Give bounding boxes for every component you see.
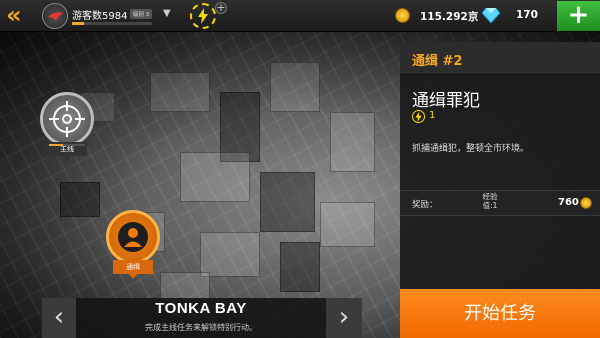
xp-reward: 经验值:1 <box>482 192 498 210</box>
gold-value: 115.292京 <box>420 11 479 23</box>
person-icon <box>118 222 148 252</box>
lightning-bolt-icon[interactable] <box>190 3 216 29</box>
start-mission-button[interactable]: 开始任务 <box>400 289 600 338</box>
marker-label: 通缉 <box>113 260 153 274</box>
reward-label: 奖励： <box>412 200 438 210</box>
add-currency-button[interactable]: + <box>557 1 600 31</box>
mission-panel <box>400 42 600 290</box>
chevron-down-icon[interactable]: ▼ <box>163 8 171 19</box>
avatar[interactable] <box>42 3 68 29</box>
gold-coin-icon <box>580 197 592 209</box>
mission-description: 抓捕通缉犯，整顿全市环境。 <box>412 144 530 154</box>
region-name: TONKA BAY <box>155 300 247 317</box>
gold-coin-icon <box>395 8 410 23</box>
mission-energy-cost: 1 <box>429 110 436 121</box>
marker-head <box>106 210 160 264</box>
diamond-icon <box>482 8 500 23</box>
main-mission-marker[interactable]: 主线 <box>40 92 94 161</box>
player-name[interactable]: 游客数5984 <box>72 7 127 22</box>
region-hint: 完成主线任务来解锁特别行动。 <box>145 323 257 332</box>
reward-gold-value: 760 <box>558 197 579 208</box>
energy-add-button[interactable]: + <box>215 2 227 14</box>
level-badge: 级别 3 <box>130 9 153 19</box>
region-next-button[interactable]: › <box>326 298 362 338</box>
level-progress-bar <box>72 22 152 25</box>
crosshair-icon <box>49 101 85 137</box>
marker-progress <box>49 144 85 146</box>
mission-panel-title: 通缉 #2 <box>412 54 463 69</box>
wanted-mission-marker[interactable]: 通缉 <box>106 210 160 279</box>
region-prev-button[interactable]: ‹ <box>42 298 76 338</box>
lightning-bolt-icon <box>412 110 425 123</box>
bird-logo-icon <box>48 12 64 21</box>
level-progress-fill <box>72 22 84 25</box>
mission-name: 通缉罪犯 <box>412 91 480 111</box>
back-button[interactable]: « <box>6 3 34 29</box>
marker-head <box>40 92 94 146</box>
diamond-value: 170 <box>516 9 538 21</box>
